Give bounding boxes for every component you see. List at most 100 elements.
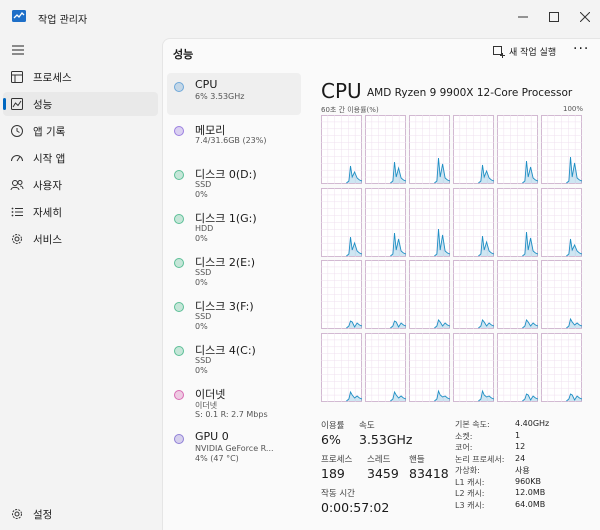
- detail-title: CPU: [321, 79, 362, 103]
- more-options-button[interactable]: ···: [573, 41, 589, 57]
- spec-value: 12: [515, 442, 526, 451]
- device-color-dot: [174, 346, 184, 356]
- device-item[interactable]: 메모리 7.4/31.6GB (23%): [167, 117, 301, 159]
- device-color-dot: [174, 434, 184, 444]
- device-usage: 0%: [195, 234, 208, 243]
- graph-axis-right-label: 100%: [563, 105, 584, 113]
- device-name: CPU: [195, 78, 218, 91]
- maximize-icon: [549, 12, 559, 22]
- logical-processor-graph: [541, 187, 582, 257]
- device-usage: 0%: [195, 278, 208, 287]
- minimize-button[interactable]: [508, 0, 538, 34]
- window-title: 작업 관리자: [38, 15, 88, 26]
- processes-icon: [11, 71, 23, 83]
- processor-model: AMD Ryzen 9 9900X 12-Core Processor: [367, 87, 573, 99]
- device-item[interactable]: GPU 0 NVIDIA GeForce R... 4% (47 °C): [167, 425, 301, 467]
- threads-value: 3459: [367, 466, 399, 481]
- device-color-dot: [174, 82, 184, 92]
- spec-value: 사용: [515, 466, 530, 475]
- hamburger-menu-icon[interactable]: [11, 44, 25, 56]
- logical-processor-graph: [409, 187, 450, 257]
- performance-panel: 성능 새 작업 실행 ··· CPU 6% 3.53GHz 메모리 7.4/31.6G…: [162, 38, 600, 530]
- spec-label: 논리 프로세서:: [455, 454, 505, 464]
- device-detail: 7.4/31.6GB (23%): [195, 136, 267, 145]
- handles-value: 83418: [409, 466, 449, 481]
- logical-processor-graph: [497, 332, 538, 402]
- logical-processor-graph: [497, 187, 538, 257]
- nav-item-settings[interactable]: 설정: [3, 502, 158, 526]
- logical-processor-graph: [365, 115, 406, 184]
- device-color-dot: [174, 258, 184, 268]
- threads-label: 스레드: [367, 455, 391, 465]
- device-name: GPU 0: [195, 430, 229, 443]
- device-detail: HDD: [195, 224, 214, 233]
- logical-processor-graph: [497, 260, 538, 329]
- uptime-value: 0:00:57:02: [321, 500, 390, 515]
- device-item[interactable]: 디스크 2(E:) SSD 0%: [167, 249, 301, 291]
- device-usage: 0%: [195, 322, 208, 331]
- logical-processor-graph: [453, 187, 494, 257]
- run-task-icon: [493, 45, 505, 58]
- run-new-task-button[interactable]: 새 작업 실행: [493, 45, 556, 58]
- details-list-icon: [11, 207, 23, 217]
- logical-processor-graph: [365, 260, 406, 329]
- nav-item-label: 성능: [33, 99, 53, 111]
- device-detail: 6% 3.53GHz: [195, 92, 245, 101]
- navigation-pane: 프로세스 성능 앱 기록 시작 앱 사용자 자세히 서비스 설정: [0, 34, 162, 530]
- close-icon: [580, 12, 590, 22]
- nav-item-details[interactable]: 자세히: [3, 200, 158, 224]
- device-item[interactable]: 디스크 3(F:) SSD 0%: [167, 293, 301, 335]
- logical-processor-graph: [409, 115, 450, 184]
- device-usage: 4% (47 °C): [195, 454, 239, 463]
- page-title: 성능: [173, 48, 194, 61]
- logical-processor-graph: [453, 115, 494, 184]
- device-item[interactable]: 디스크 4(C:) SSD 0%: [167, 337, 301, 379]
- nav-item-startup[interactable]: 시작 앱: [3, 146, 158, 170]
- device-item[interactable]: 디스크 1(G:) HDD 0%: [167, 205, 301, 247]
- spec-value: 4.40GHz: [515, 419, 550, 428]
- device-item[interactable]: 디스크 0(D:) SSD 0%: [167, 161, 301, 203]
- device-detail: NVIDIA GeForce R...: [195, 444, 274, 453]
- nav-item-performance[interactable]: 성능: [3, 92, 158, 116]
- device-color-dot: [174, 170, 184, 180]
- logical-processor-graph: [409, 332, 450, 402]
- services-gear-icon: [12, 234, 22, 244]
- uptime-label: 작동 시간: [321, 489, 355, 499]
- close-button[interactable]: [570, 0, 600, 34]
- users-icon: [10, 180, 24, 191]
- nav-item-app-history[interactable]: 앱 기록: [3, 119, 158, 143]
- device-usage: 0%: [195, 366, 208, 375]
- device-detail: SSD: [195, 180, 212, 189]
- logical-processor-graph: [541, 260, 582, 329]
- nav-item-label: 사용자: [33, 180, 62, 192]
- nav-item-label: 앱 기록: [33, 126, 66, 138]
- device-color-dot: [174, 390, 184, 400]
- minimize-icon: [518, 16, 528, 18]
- logical-processor-graphs: [321, 115, 583, 405]
- device-item[interactable]: CPU 6% 3.53GHz: [167, 73, 301, 115]
- logical-processor-graph: [321, 115, 362, 184]
- maximize-button[interactable]: [539, 0, 569, 34]
- nav-item-users[interactable]: 사용자: [3, 173, 158, 197]
- processes-value: 189: [321, 466, 345, 481]
- spec-label: 소켓:: [455, 431, 473, 441]
- logical-processor-graph: [321, 332, 362, 402]
- settings-label: 설정: [33, 509, 53, 521]
- device-item[interactable]: 이더넷 이더넷 S: 0.1 R: 2.7 Mbps: [167, 381, 301, 423]
- utilization-label: 이용률: [321, 421, 345, 431]
- device-detail: SSD: [195, 312, 212, 321]
- device-color-dot: [174, 214, 184, 224]
- settings-gear-icon: [12, 509, 22, 519]
- logical-processor-graph: [365, 187, 406, 257]
- nav-item-processes[interactable]: 프로세스: [3, 65, 158, 89]
- performance-icon: [11, 98, 23, 110]
- spec-label: L1 캐시:: [455, 477, 485, 487]
- nav-item-label: 시작 앱: [33, 153, 66, 165]
- logical-processor-graph: [321, 260, 362, 329]
- device-color-dot: [174, 126, 184, 136]
- graph-axis-left-label: 60초 간 이용률(%): [321, 106, 379, 114]
- nav-item-label: 자세히: [33, 207, 62, 219]
- spec-label: 코어:: [455, 443, 473, 452]
- nav-item-services[interactable]: 서비스: [3, 227, 158, 251]
- logical-processor-graph: [453, 332, 494, 402]
